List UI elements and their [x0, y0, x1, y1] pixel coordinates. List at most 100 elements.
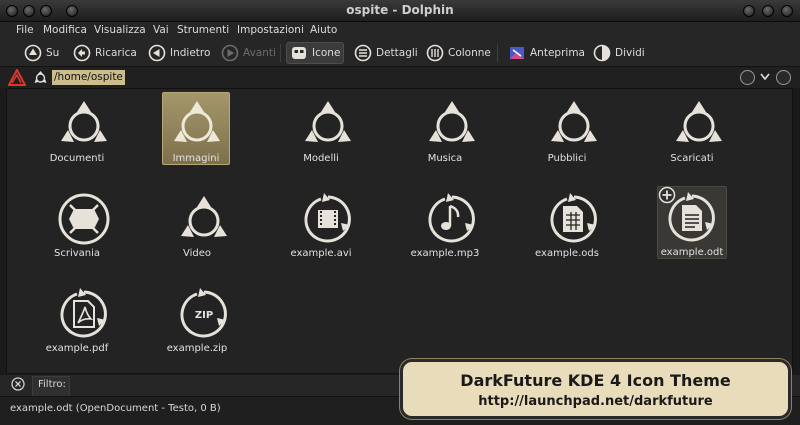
file-name: example.avi [290, 248, 352, 259]
toolbar-separator [497, 44, 498, 62]
pdf-file-icon [60, 288, 107, 338]
back-button[interactable]: Indietro [145, 42, 213, 64]
theme-banner: DarkFuture KDE 4 Icon Theme http://launc… [400, 359, 791, 419]
folder-icon [61, 101, 107, 142]
file-name: Scaricati [670, 153, 714, 164]
folder-icon [676, 101, 722, 142]
shade-window-icon[interactable] [743, 5, 755, 17]
details-view-button[interactable]: Dettagli [351, 42, 421, 64]
details-view-label: Dettagli [376, 47, 418, 59]
location-back-icon[interactable] [740, 70, 755, 85]
file-name: example.ods [535, 248, 599, 259]
file-item[interactable]: Pubblici [512, 93, 622, 173]
toolbar-separator [280, 44, 281, 62]
menu-modifica[interactable]: Modifica [43, 24, 87, 36]
file-name: example.mp3 [410, 248, 480, 259]
audio-file-icon [428, 193, 475, 243]
file-name: Pubblici [547, 153, 587, 164]
icons-view-button[interactable]: Icone [286, 42, 345, 64]
arrow-right-icon [221, 44, 239, 62]
main-toolbar: Su Ricarica Indietro Avanti Icone Dettag… [0, 39, 800, 67]
status-text: example.odt (OpenDocument - Testo, 0 B) [10, 403, 221, 414]
close-filter-icon[interactable] [11, 377, 25, 391]
svg-text:ZIP: ZIP [195, 310, 213, 321]
file-name: example.odt [660, 247, 724, 258]
banner-title: DarkFuture KDE 4 Icon Theme [460, 371, 731, 390]
filter-label: Filtro: [38, 379, 66, 390]
file-name: Musica [427, 153, 463, 164]
location-path[interactable]: /home/ospite [52, 70, 125, 85]
window-title: ospite - Dolphin [346, 3, 454, 17]
menu-vai[interactable]: Vai [153, 24, 169, 36]
arrow-left-icon [148, 44, 166, 62]
back-label: Indietro [170, 47, 211, 59]
split-view-icon [593, 44, 611, 62]
file-view[interactable]: Documenti Immagini Modelli Musica Pubbli… [6, 88, 793, 374]
file-item[interactable]: Musica [390, 93, 500, 173]
icon-view-icon [292, 47, 306, 59]
up-button[interactable]: Su [21, 42, 62, 64]
file-name: Video [182, 248, 212, 259]
menu-bar: File Modifica Visualizza Vai Strumenti I… [0, 22, 800, 39]
folder-icon [429, 101, 475, 142]
forward-button[interactable]: Avanti [218, 42, 279, 64]
video-file-icon [304, 193, 351, 243]
file-item[interactable]: Video [142, 188, 252, 268]
folder-icon [551, 101, 597, 142]
columns-view-button[interactable]: Colonne [423, 42, 494, 64]
file-item-selected[interactable]: Immagini [162, 92, 230, 165]
confirm-location-icon[interactable] [776, 70, 791, 85]
file-item[interactable]: example.ods [512, 188, 622, 268]
menu-visualizza[interactable]: Visualizza [94, 24, 146, 36]
preview-label: Anteprima [530, 47, 585, 59]
arrow-up-icon [24, 44, 42, 62]
forward-label: Avanti [243, 47, 276, 59]
file-item[interactable]: example.pdf [22, 283, 132, 363]
icons-view-label: Icone [312, 47, 341, 59]
file-item-hovered[interactable]: example.odt [657, 186, 727, 259]
menu-impostazioni[interactable]: Impostazioni [237, 24, 304, 36]
desktop-icon [58, 193, 110, 245]
file-name: example.pdf [45, 343, 109, 354]
columns-view-label: Colonne [448, 47, 491, 59]
up-label: Su [46, 47, 60, 59]
close-icon[interactable] [781, 5, 793, 17]
file-item[interactable]: ZIP example.zip [142, 283, 252, 363]
details-view-icon [354, 44, 372, 62]
banner-url: http://launchpad.net/darkfuture [478, 394, 713, 409]
menu-strumenti[interactable]: Strumenti [177, 24, 229, 36]
menu-file[interactable]: File [16, 24, 34, 36]
preview-icon [510, 47, 524, 59]
file-item[interactable]: Documenti [22, 93, 132, 173]
split-label: Dividi [615, 47, 645, 59]
chevron-down-icon[interactable] [760, 73, 770, 81]
file-item[interactable]: Scaricati [637, 93, 747, 173]
folder-icon [305, 101, 351, 142]
select-plus-icon[interactable] [658, 186, 676, 204]
zip-file-icon: ZIP [180, 288, 227, 338]
reload-button[interactable]: Ricarica [70, 42, 140, 64]
file-name: Documenti [49, 153, 105, 164]
file-name: Scrivania [53, 248, 101, 259]
reload-label: Ricarica [95, 47, 137, 59]
spreadsheet-file-icon [550, 193, 597, 243]
vertical-scrollbar[interactable] [793, 88, 800, 374]
home-folder-icon[interactable] [33, 70, 48, 85]
menu-aiuto[interactable]: Aiuto [310, 24, 337, 36]
folder-icon [181, 196, 227, 237]
location-bar: /home/ospite [0, 67, 800, 88]
file-item[interactable]: Modelli [266, 93, 376, 173]
root-warning-icon [8, 69, 26, 86]
preview-button[interactable]: Anteprima [505, 42, 588, 64]
columns-view-icon [426, 44, 444, 62]
file-item[interactable]: example.avi [266, 188, 376, 268]
reload-icon [73, 44, 91, 62]
title-bar: ospite - Dolphin [0, 0, 800, 22]
file-name: Immagini [172, 153, 220, 164]
keep-above-icon[interactable] [762, 5, 774, 17]
file-name: Modelli [303, 153, 339, 164]
file-item[interactable]: example.mp3 [390, 188, 500, 268]
file-name: example.zip [166, 343, 228, 354]
file-item[interactable]: Scrivania [22, 188, 132, 268]
split-button[interactable]: Dividi [590, 42, 648, 64]
